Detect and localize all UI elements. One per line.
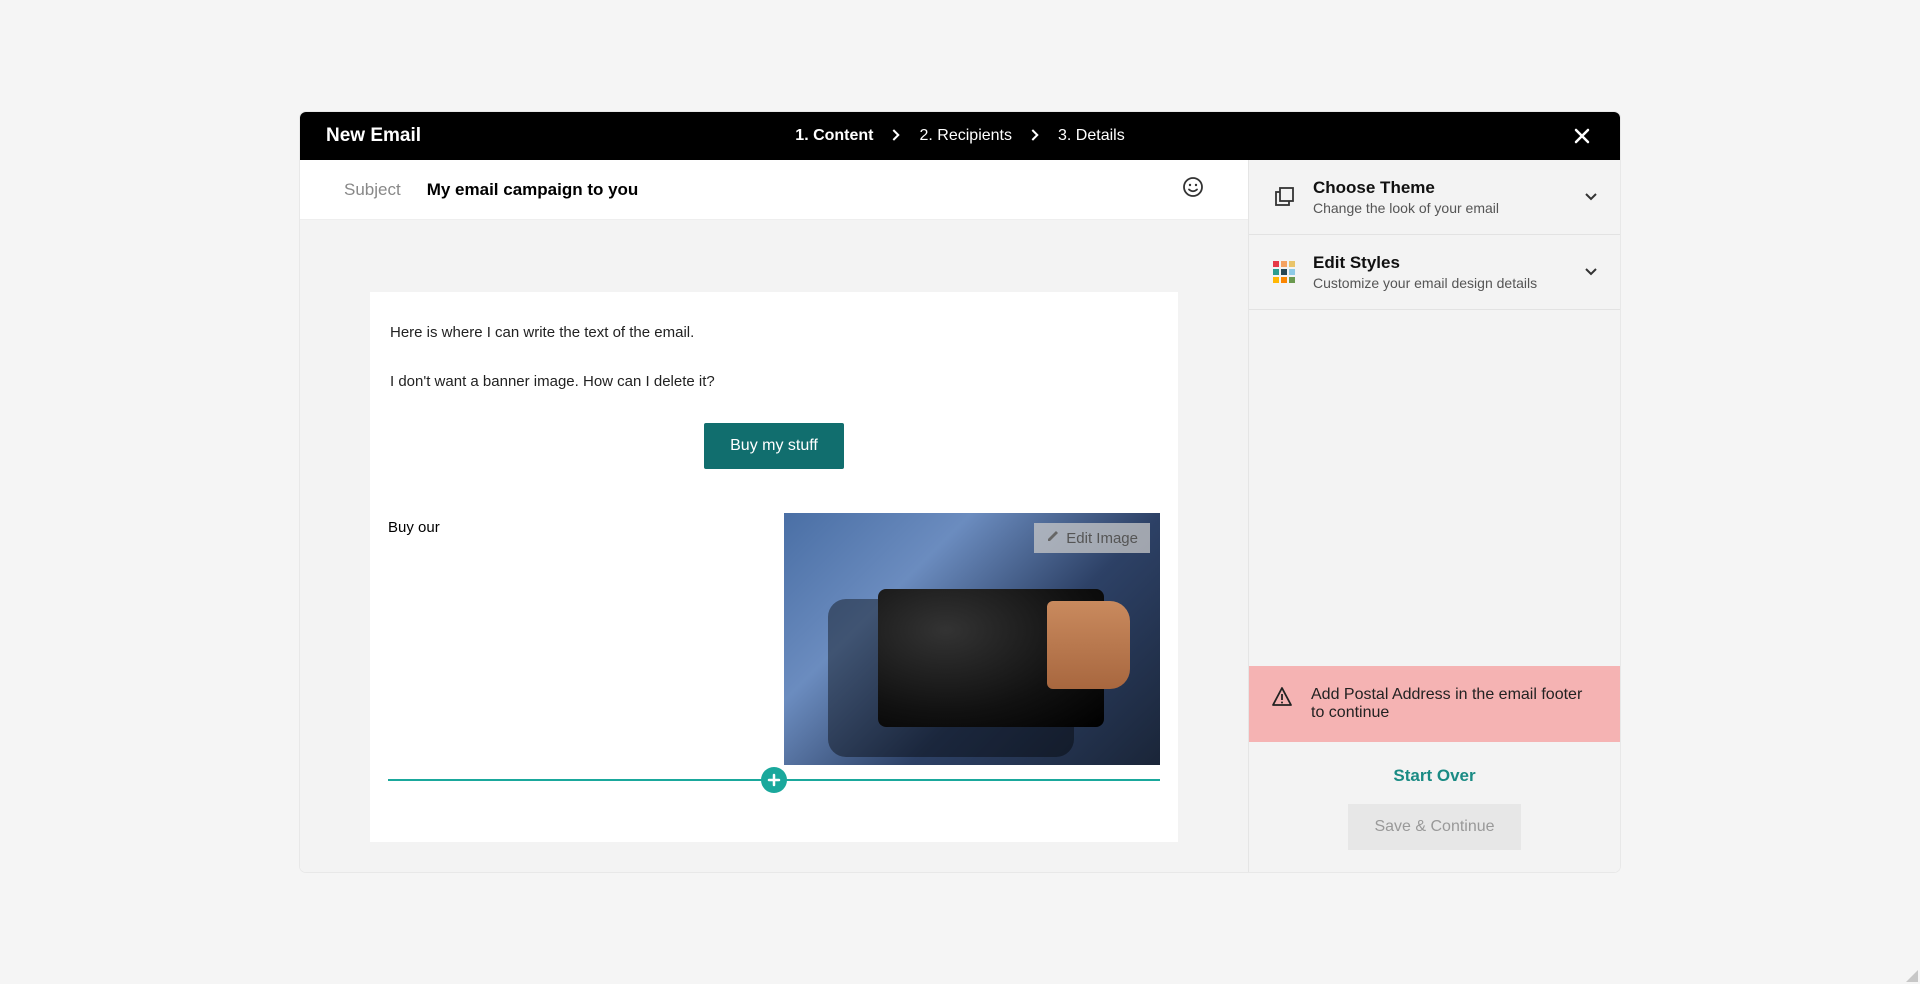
theme-icon (1271, 184, 1297, 210)
edit-styles-panel[interactable]: Edit Styles Customize your email design … (1249, 235, 1620, 310)
cta-row: Buy my stuff (388, 423, 1160, 469)
editor-pane: Subject My email campaign to you Here is… (300, 160, 1248, 872)
pencil-icon (1046, 529, 1060, 547)
sidebar-actions: Start Over Save & Continue (1249, 742, 1620, 872)
close-button[interactable] (1570, 124, 1594, 148)
paragraph[interactable]: I don't want a banner image. How can I d… (390, 371, 1158, 394)
save-continue-button[interactable]: Save & Continue (1348, 804, 1520, 850)
modal-body: Subject My email campaign to you Here is… (300, 160, 1620, 872)
warning-text: Add Postal Address in the email footer t… (1311, 686, 1598, 722)
edit-image-button[interactable]: Edit Image (1034, 523, 1150, 553)
panel-text: Edit Styles Customize your email design … (1313, 253, 1537, 291)
step-recipients[interactable]: 2. Recipients (920, 127, 1013, 145)
subject-bar: Subject My email campaign to you (300, 160, 1248, 220)
progress-steps: 1. Content 2. Recipients 3. Details (795, 127, 1124, 145)
email-canvas[interactable]: Here is where I can write the text of th… (300, 220, 1248, 872)
email-card[interactable]: Here is where I can write the text of th… (370, 292, 1178, 842)
sidebar: Choose Theme Change the look of your ema… (1248, 160, 1620, 872)
step-content[interactable]: 1. Content (795, 127, 873, 145)
left-column-text[interactable]: Buy our (388, 513, 774, 765)
paragraph[interactable]: Here is where I can write the text of th… (390, 322, 1158, 345)
section-divider (388, 779, 1160, 781)
spacer (1249, 310, 1620, 666)
subject-label: Subject (344, 180, 401, 200)
email-body-text[interactable]: Here is where I can write the text of th… (388, 322, 1160, 393)
warning-icon (1271, 686, 1293, 714)
styles-icon (1271, 259, 1297, 285)
resize-handle-icon (1906, 970, 1918, 982)
edit-image-label-text: Edit Image (1066, 530, 1138, 547)
panel-subtitle: Change the look of your email (1313, 200, 1499, 216)
chevron-right-icon (892, 128, 902, 145)
right-column-image[interactable]: Edit Image (784, 513, 1160, 765)
subject-input[interactable]: My email campaign to you (427, 180, 639, 200)
chevron-down-icon (1584, 264, 1598, 280)
emoji-icon[interactable] (1182, 176, 1204, 204)
warning-banner: Add Postal Address in the email footer t… (1249, 666, 1620, 742)
panel-title: Choose Theme (1313, 178, 1499, 198)
chevron-down-icon (1584, 189, 1598, 205)
email-editor-modal: New Email 1. Content 2. Recipients 3. De… (300, 112, 1620, 872)
choose-theme-panel[interactable]: Choose Theme Change the look of your ema… (1249, 160, 1620, 235)
panel-text: Choose Theme Change the look of your ema… (1313, 178, 1499, 216)
add-section-button[interactable] (761, 767, 787, 793)
page-title: New Email (326, 125, 421, 147)
panel-title: Edit Styles (1313, 253, 1537, 273)
start-over-button[interactable]: Start Over (1393, 766, 1475, 786)
top-bar: New Email 1. Content 2. Recipients 3. De… (300, 112, 1620, 160)
step-details[interactable]: 3. Details (1058, 127, 1125, 145)
chevron-right-icon (1030, 128, 1040, 145)
cta-button[interactable]: Buy my stuff (704, 423, 844, 469)
two-column-section[interactable]: Buy our Edit Image (388, 513, 1160, 765)
panel-subtitle: Customize your email design details (1313, 275, 1537, 291)
